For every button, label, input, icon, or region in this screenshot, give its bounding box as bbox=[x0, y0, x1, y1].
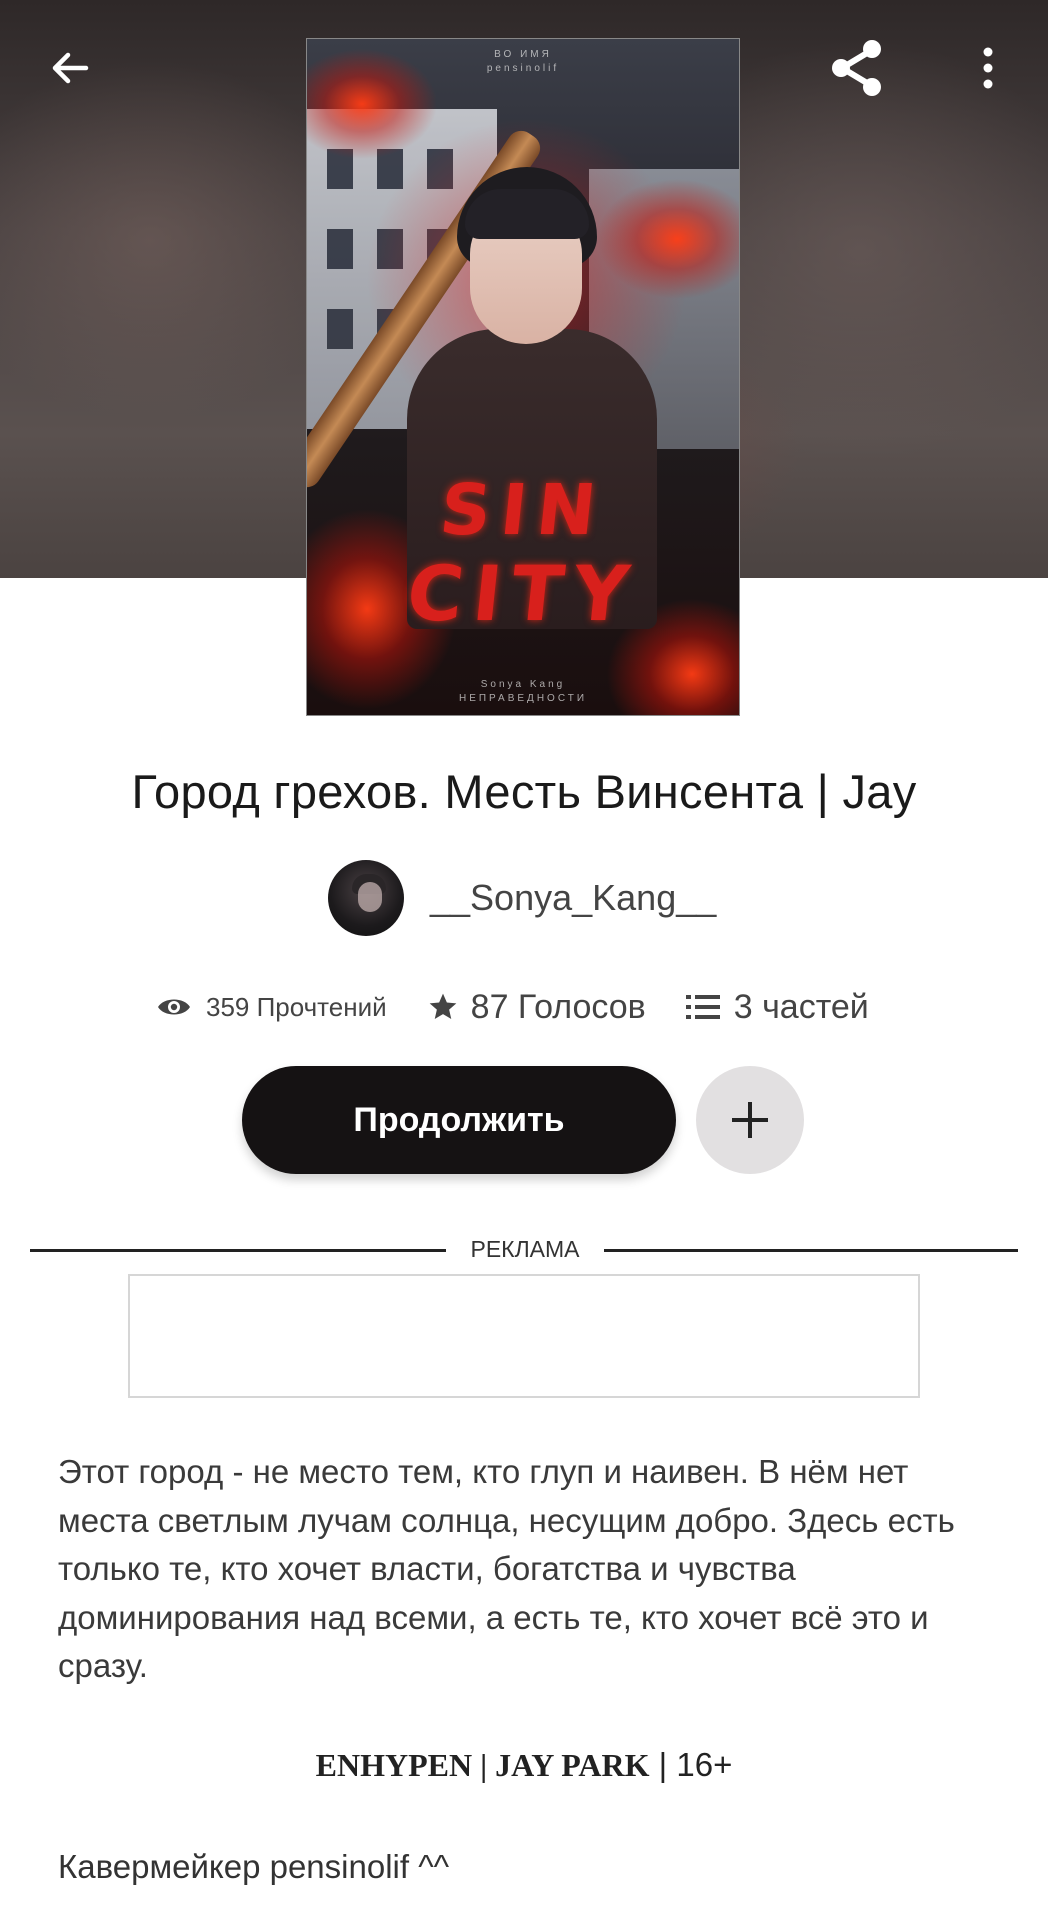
cover-credit: Кавермейкер pensinolif ^^ bbox=[58, 1848, 450, 1885]
reads-stat: 359 Прочтений bbox=[156, 992, 387, 1023]
parts-stat: 3 частей bbox=[685, 987, 869, 1027]
story-cover-image[interactable]: ВО ИМЯ pensinolif SIN CITY Sonya Kang НЕ… bbox=[306, 38, 740, 716]
cover-bottom-caption: Sonya Kang bbox=[480, 679, 566, 690]
age-rating: | 16+ bbox=[649, 1746, 733, 1783]
author-link[interactable]: __Sonya_Kang__ bbox=[328, 860, 716, 936]
more-options-button[interactable] bbox=[948, 28, 1028, 108]
cover-title-line2: CITY bbox=[402, 549, 644, 638]
back-button[interactable] bbox=[30, 28, 110, 108]
ad-slot[interactable] bbox=[128, 1274, 920, 1398]
star-icon bbox=[429, 993, 457, 1019]
ad-divider-left bbox=[30, 1249, 446, 1252]
story-description: Этот город - не место тем, кто глуп и на… bbox=[58, 1453, 955, 1684]
ad-divider-right bbox=[604, 1249, 1018, 1252]
story-title: Город грехов. Месть Винсента | Jay bbox=[131, 765, 917, 818]
eye-icon bbox=[158, 999, 190, 1015]
arrow-left-icon bbox=[52, 52, 89, 84]
share-button[interactable] bbox=[818, 28, 898, 108]
add-to-library-button[interactable] bbox=[696, 1066, 804, 1174]
ad-label: РЕКЛАМА bbox=[470, 1236, 580, 1262]
continue-reading-button[interactable]: Продолжить bbox=[242, 1066, 676, 1174]
votes-count: 87 Голосов bbox=[470, 987, 646, 1026]
reads-count: 359 Прочтений bbox=[206, 991, 387, 1022]
cover-bottom-subcaption: НЕПРАВЕДНОСТИ bbox=[458, 693, 588, 704]
cover-top-subcaption: pensinolif bbox=[486, 63, 560, 74]
plus-icon bbox=[732, 1102, 768, 1138]
story-stats: 359 Прочтений 87 Голосов 3 частей bbox=[156, 982, 869, 1032]
author-name[interactable]: __Sonya_Kang__ bbox=[430, 877, 716, 919]
fandom-tag: ENHYPEN | JAY PARK bbox=[315, 1747, 650, 1783]
list-icon bbox=[685, 995, 720, 1019]
cover-title-line1: SIN bbox=[436, 469, 610, 551]
story-tags-line: ENHYPEN | JAY PARK | 16+ bbox=[0, 1746, 1048, 1784]
more-vertical-icon bbox=[983, 47, 993, 89]
author-avatar[interactable] bbox=[328, 860, 404, 936]
cover-top-caption: ВО ИМЯ bbox=[494, 49, 552, 60]
share-icon bbox=[832, 40, 881, 96]
parts-count: 3 частей bbox=[733, 987, 869, 1026]
votes-stat: 87 Голосов bbox=[427, 988, 646, 1027]
